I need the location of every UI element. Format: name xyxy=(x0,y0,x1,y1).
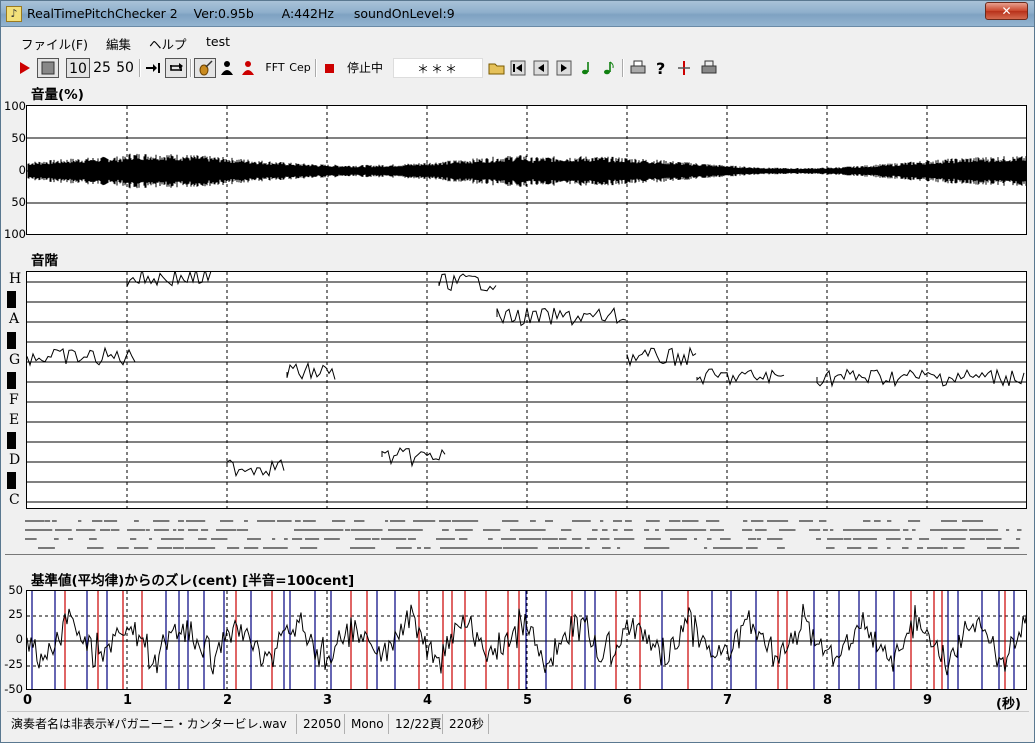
deviation-graph[interactable] xyxy=(26,590,1027,690)
volume-waveform xyxy=(27,153,1026,189)
time-axis-label: 6 xyxy=(623,693,633,708)
volume-panel-title: 音量(%) xyxy=(31,87,84,103)
deviation-panel-title: 基準値(平均律)からのズレ(cent) [半音=100cent] xyxy=(31,573,355,589)
open-folder-icon[interactable] xyxy=(487,58,507,78)
volume-axis-label: 0 xyxy=(18,163,26,177)
time-axis-label: 0 xyxy=(23,693,33,708)
violin-icon[interactable] xyxy=(194,58,216,78)
note-display: ＊＊＊ xyxy=(393,58,483,78)
time-axis-label: 2 xyxy=(223,693,233,708)
time-axis-unit: (秒) xyxy=(996,697,1021,712)
next-page-icon[interactable] xyxy=(555,58,573,78)
app-icon: ♪ xyxy=(6,6,22,22)
volume-axis-label: 50 xyxy=(11,131,26,145)
pitch-trace xyxy=(27,346,136,367)
volume-axis-label: 100 xyxy=(4,227,26,241)
pitch-graph[interactable] xyxy=(26,271,1027,509)
speed-10-button[interactable]: 10 xyxy=(66,58,90,78)
time-axis: 0 1 2 3 4 5 6 7 8 9 (秒) xyxy=(1,693,1034,712)
status-channels: Mono xyxy=(347,714,389,734)
time-axis-label: 4 xyxy=(423,693,433,708)
menu-test[interactable]: test xyxy=(206,34,230,49)
singer-icon[interactable] xyxy=(218,58,236,78)
black-key xyxy=(7,432,16,449)
volume-waveform-graph[interactable] xyxy=(26,105,1027,235)
play-icon[interactable] xyxy=(15,58,33,78)
status-label: 停止中 xyxy=(346,61,383,75)
jump-end-icon[interactable] xyxy=(143,58,163,78)
prev-page-icon[interactable] xyxy=(532,58,550,78)
cep-button[interactable]: Cep xyxy=(288,58,312,78)
singer-female-icon[interactable] xyxy=(239,58,257,78)
svg-text:?: ? xyxy=(656,59,665,78)
toolbar-separator xyxy=(139,59,141,77)
close-button[interactable]: ✕ xyxy=(985,2,1028,20)
help-icon[interactable]: ? xyxy=(652,58,670,78)
note-green-alt-icon[interactable] xyxy=(601,58,617,78)
time-axis-label: 9 xyxy=(923,693,933,708)
marker-icon[interactable] xyxy=(675,58,693,78)
status-bar: 演奏者名は非表示¥パガニーニ・カンタービレ.wav 22050 Mono 12/… xyxy=(7,711,1029,735)
status-rate: 22050 xyxy=(299,714,345,734)
loop-icon[interactable] xyxy=(165,58,187,78)
pitch-trace xyxy=(381,447,446,468)
black-key xyxy=(7,472,16,489)
menu-help[interactable]: ヘルプ xyxy=(149,34,187,53)
volume-axis-label: 100 xyxy=(4,99,26,113)
note-label: G xyxy=(9,352,21,368)
note-label: C xyxy=(9,492,20,508)
app-window: ♪ RealTimePitchChecker 2 Ver:0.95b A:442… xyxy=(0,0,1035,743)
volume-axis-label: 50 xyxy=(11,195,26,209)
speed-25-button[interactable]: 25 xyxy=(91,58,113,78)
speed-50-button[interactable]: 50 xyxy=(114,58,136,78)
pitch-trace xyxy=(496,307,627,327)
deviation-axis-label: 50 xyxy=(8,583,23,597)
scale-panel-title: 音階 xyxy=(31,253,58,269)
toolbar-separator xyxy=(190,59,192,77)
toolbar-separator xyxy=(622,59,624,77)
note-label: F xyxy=(9,392,19,408)
time-axis-label: 1 xyxy=(123,693,133,708)
status-duration: 220秒 xyxy=(445,714,489,734)
status-page: 12/22頁 xyxy=(391,714,443,734)
menu-bar: ファイル(F) 編集 ヘルプ test xyxy=(7,31,1029,53)
deviation-axis-label: 25 xyxy=(8,607,23,621)
pitch-trace xyxy=(626,346,697,368)
printer-icon[interactable] xyxy=(628,58,648,78)
time-axis-label: 7 xyxy=(723,693,733,708)
deviation-axis-label: -25 xyxy=(4,657,23,671)
note-label: E xyxy=(9,412,20,428)
piano-key-column: H A G FE D C xyxy=(5,271,25,511)
note-label: D xyxy=(9,452,21,468)
menu-edit[interactable]: 編集 xyxy=(106,34,131,53)
menu-file[interactable]: ファイル(F) xyxy=(21,34,88,53)
first-page-icon[interactable] xyxy=(509,58,527,78)
record-stop-icon[interactable] xyxy=(322,58,338,78)
time-axis-label: 8 xyxy=(823,693,833,708)
note-label: H xyxy=(9,271,22,287)
window-title: RealTimePitchChecker 2 Ver:0.95b A:442Hz… xyxy=(27,6,455,21)
stop-icon[interactable] xyxy=(37,58,59,78)
black-key xyxy=(7,332,16,349)
toolbar-separator xyxy=(315,59,317,77)
toolbar: 10 25 50 FFT Cep 停止中 ＊＊＊ ? xyxy=(7,55,1029,81)
note-ticks-strip xyxy=(5,520,1027,555)
pitch-trace xyxy=(816,368,1025,388)
status-file: 演奏者名は非表示¥パガニーニ・カンタービレ.wav xyxy=(7,714,297,734)
note-label: A xyxy=(9,311,20,327)
deviation-axis-label: 0 xyxy=(15,632,23,646)
pitch-trace xyxy=(126,272,212,287)
time-axis-label: 5 xyxy=(523,693,533,708)
print-setup-icon[interactable] xyxy=(699,58,719,78)
pitch-trace xyxy=(286,361,336,380)
black-key xyxy=(7,372,16,389)
title-bar[interactable]: ♪ RealTimePitchChecker 2 Ver:0.95b A:442… xyxy=(1,1,1034,27)
note-green-icon[interactable] xyxy=(579,58,595,78)
black-key xyxy=(7,291,16,308)
fft-button[interactable]: FFT xyxy=(263,58,287,78)
time-axis-label: 3 xyxy=(323,693,333,708)
